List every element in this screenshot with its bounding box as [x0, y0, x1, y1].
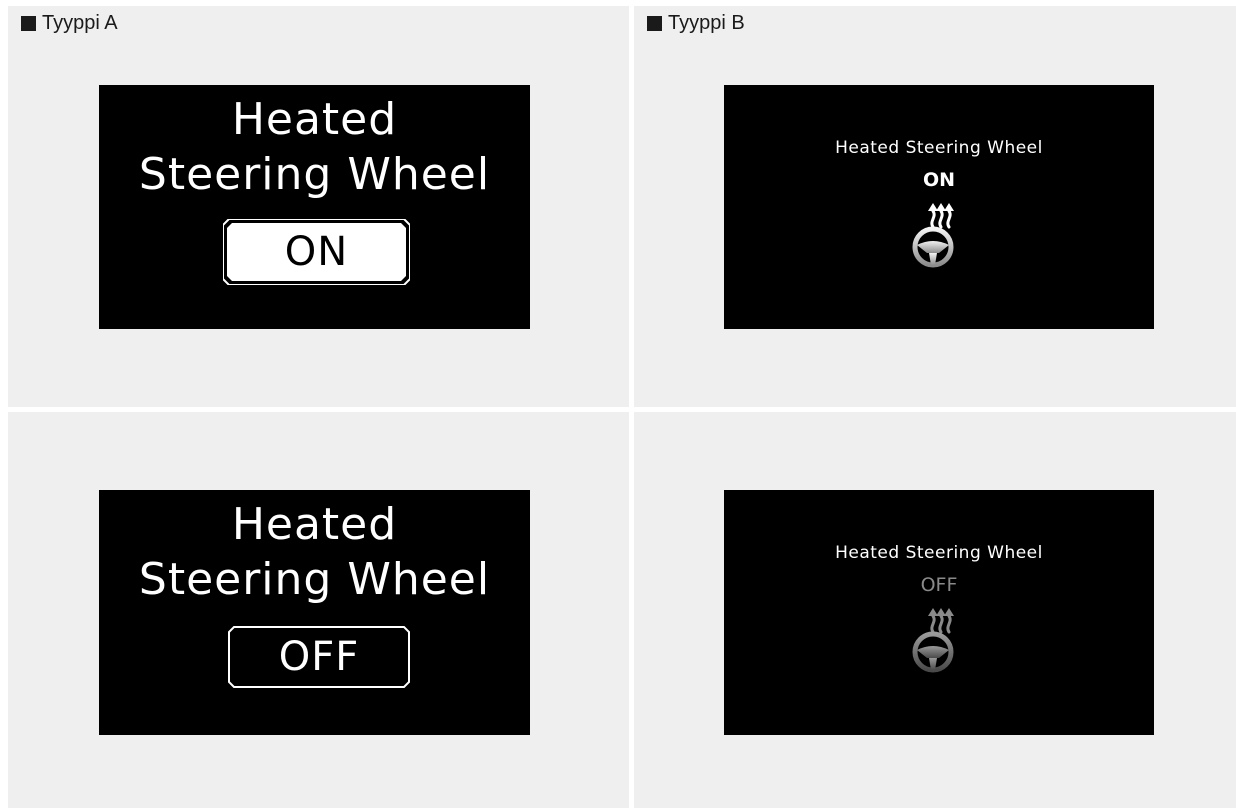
type-a-off-state-box: OFF: [228, 626, 410, 688]
type-a-off-state-text: OFF: [278, 634, 360, 680]
type-a-on-screen: Heated Steering Wheel ON: [99, 85, 530, 329]
square-bullet-icon: [21, 15, 36, 31]
type-a-on-panel: Tyyppi A Heated Steering Wheel ON: [8, 6, 629, 407]
type-a-off-title-line2: Steering Wheel: [138, 554, 491, 605]
heated-steering-wheel-icon: [912, 203, 954, 268]
type-a-on-title-line1: Heated: [231, 94, 398, 145]
type-b-label-text: Tyyppi B: [668, 12, 745, 34]
type-b-off-title: Heated Steering Wheel: [835, 543, 1043, 563]
heated-steering-wheel-icon: [912, 608, 954, 673]
type-a-on-state-box: ON: [223, 219, 410, 285]
type-b-off-state-text: OFF: [920, 574, 958, 596]
square-bullet-icon: [647, 15, 662, 31]
type-b-off-panel: Heated Steering Wheel OFF: [634, 412, 1236, 808]
type-a-off-title-line1: Heated: [231, 499, 398, 550]
type-b-on-state-text: ON: [922, 169, 956, 191]
type-b-on-panel: Tyyppi B Heated Steering Wheel ON: [634, 6, 1236, 407]
type-b-off-screen: Heated Steering Wheel OFF: [724, 490, 1154, 735]
type-b-on-screen: Heated Steering Wheel ON: [724, 85, 1154, 329]
type-a-label: Tyyppi A: [21, 10, 118, 36]
type-a-off-screen: Heated Steering Wheel OFF: [99, 490, 530, 735]
type-a-label-text: Tyyppi A: [42, 12, 118, 34]
type-b-label: Tyyppi B: [647, 10, 745, 36]
type-a-off-panel: Heated Steering Wheel OFF: [8, 412, 629, 808]
type-b-on-title: Heated Steering Wheel: [835, 138, 1043, 158]
type-a-on-title-line2: Steering Wheel: [138, 149, 491, 200]
type-a-on-state-text: ON: [284, 229, 349, 275]
